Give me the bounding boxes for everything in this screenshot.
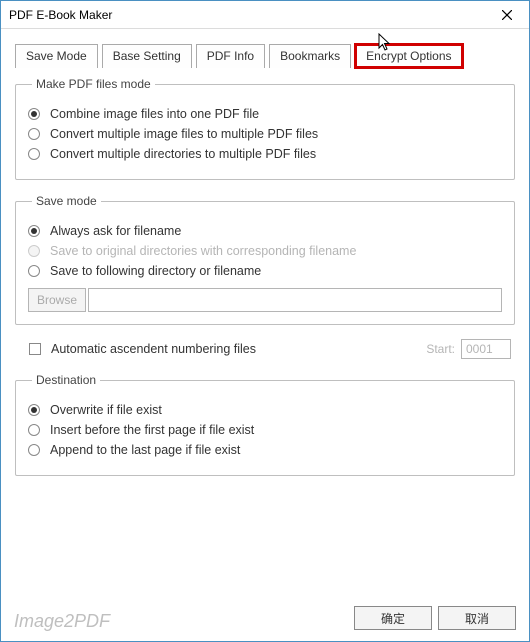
titlebar: PDF E-Book Maker [1,1,529,29]
radio-row-multi-dir[interactable]: Convert multiple directories to multiple… [28,147,502,161]
radio-ask-label: Always ask for filename [50,224,181,238]
watermark-text: Image2PDF [14,611,110,632]
radio-multi-dir[interactable] [28,148,40,160]
radio-append-label: Append to the last page if file exist [50,443,240,457]
radio-row-combine[interactable]: Combine image files into one PDF file [28,107,502,121]
group-destination-legend: Destination [32,373,100,387]
ok-button[interactable]: 确定 [354,606,432,630]
numbering-label: Automatic ascendent numbering files [51,342,256,356]
close-button[interactable] [485,1,529,29]
tab-encrypt-options[interactable]: Encrypt Options [355,44,462,68]
start-input[interactable] [461,339,511,359]
radio-row-original: Save to original directories with corres… [28,244,502,258]
browse-row: Browse [28,288,502,312]
radio-append[interactable] [28,444,40,456]
radio-overwrite-label: Overwrite if file exist [50,403,162,417]
radio-row-multi-image[interactable]: Convert multiple image files to multiple… [28,127,502,141]
window-title: PDF E-Book Maker [9,8,112,22]
tab-save-mode[interactable]: Save Mode [15,44,98,68]
radio-insert[interactable] [28,424,40,436]
group-save-mode-legend: Save mode [32,194,101,208]
group-make-mode: Make PDF files mode Combine image files … [15,77,515,180]
tab-base-setting[interactable]: Base Setting [102,44,192,68]
radio-combine[interactable] [28,108,40,120]
radio-insert-label: Insert before the first page if file exi… [50,423,254,437]
radio-combine-label: Combine image files into one PDF file [50,107,259,121]
radio-following[interactable] [28,265,40,277]
radio-row-following[interactable]: Save to following directory or filename [28,264,502,278]
group-destination: Destination Overwrite if file exist Inse… [15,373,515,476]
radio-ask[interactable] [28,225,40,237]
radio-original-label: Save to original directories with corres… [50,244,356,258]
tab-bar: Save Mode Base Setting PDF Info Bookmark… [15,43,515,67]
close-icon [502,10,512,20]
tab-bookmarks[interactable]: Bookmarks [269,44,351,68]
start-label: Start: [426,342,455,356]
radio-multi-dir-label: Convert multiple directories to multiple… [50,147,316,161]
radio-multi-image-label: Convert multiple image files to multiple… [50,127,318,141]
content-area: Save Mode Base Setting PDF Info Bookmark… [1,29,529,500]
group-save-mode: Save mode Always ask for filename Save t… [15,194,515,325]
radio-row-ask[interactable]: Always ask for filename [28,224,502,238]
radio-row-insert[interactable]: Insert before the first page if file exi… [28,423,502,437]
browse-button[interactable]: Browse [28,288,86,312]
path-input[interactable] [88,288,502,312]
radio-row-append[interactable]: Append to the last page if file exist [28,443,502,457]
tab-pdf-info[interactable]: PDF Info [196,44,265,68]
radio-row-overwrite[interactable]: Overwrite if file exist [28,403,502,417]
numbering-row: Automatic ascendent numbering files Star… [29,339,511,359]
footer: 确定 取消 [354,606,516,630]
radio-multi-image[interactable] [28,128,40,140]
radio-original [28,245,40,257]
radio-overwrite[interactable] [28,404,40,416]
group-make-mode-legend: Make PDF files mode [32,77,155,91]
numbering-checkbox[interactable] [29,343,41,355]
radio-following-label: Save to following directory or filename [50,264,261,278]
cancel-button[interactable]: 取消 [438,606,516,630]
